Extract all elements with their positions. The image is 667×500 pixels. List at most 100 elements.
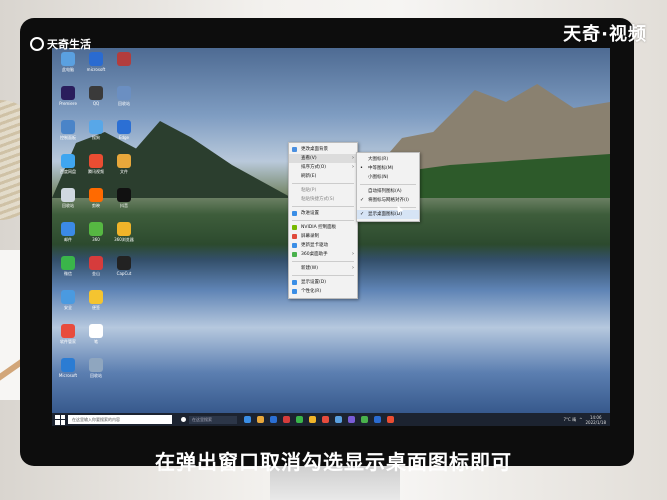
taskbar-app-icon[interactable] <box>374 416 381 423</box>
start-button[interactable] <box>55 414 65 425</box>
desktop-icon[interactable]: 金山 <box>84 256 108 290</box>
app-icon <box>117 188 131 202</box>
context-menu-item[interactable]: NVIDIA 控制面板 <box>289 223 357 232</box>
taskbar-app-icon[interactable] <box>361 416 368 423</box>
taskbar-app-icon[interactable] <box>335 416 342 423</box>
app-icon <box>61 86 75 100</box>
desktop-icon[interactable]: microsoft <box>84 52 108 86</box>
app-icon <box>89 256 103 270</box>
desktop-icon[interactable]: 抖音 <box>112 188 136 222</box>
menu-separator <box>360 184 416 185</box>
search-icon <box>30 37 44 51</box>
context-menu-item: 粘贴快捷方式(S) <box>289 195 357 204</box>
context-menu-item[interactable]: 排序方式(O) › <box>289 163 357 172</box>
desktop-icon[interactable]: Premiere <box>56 86 80 120</box>
desktop-icon[interactable]: 此电脑 <box>56 52 80 86</box>
taskbar-app-icon[interactable] <box>387 416 394 423</box>
desktop-icon[interactable]: 控制面板 <box>56 120 80 154</box>
taskbar-app-icon[interactable] <box>257 416 264 423</box>
menu-separator <box>292 183 354 184</box>
taskbar-app-icon[interactable] <box>270 416 277 423</box>
view-submenu-item[interactable]: 小图标(N) <box>357 173 419 182</box>
menu-item-icon <box>292 147 297 152</box>
menu-separator <box>292 220 354 221</box>
clock[interactable]: 14:06 2022/1/18 <box>585 415 606 425</box>
desktop-icon[interactable] <box>112 52 136 86</box>
app-icon <box>117 154 131 168</box>
desktop-icon-label: 回收站 <box>62 203 74 208</box>
view-submenu-item[interactable]: ✓ 将图标与网格对齐(I) <box>357 196 419 205</box>
clock-date: 2022/1/18 <box>585 419 606 425</box>
context-menu-item[interactable]: 个性化(R) <box>289 287 357 296</box>
desktop-icon[interactable]: 腾讯视频 <box>84 154 108 188</box>
menu-item-icon <box>292 234 297 239</box>
desktop-icon[interactable]: 回收站 <box>84 358 108 392</box>
app-icon <box>61 256 75 270</box>
desktop-icon[interactable]: CapCut <box>112 256 136 290</box>
app-icon <box>117 324 131 338</box>
subtitle-caption: 在弹出窗口取消勾选显示桌面图标即可 <box>155 450 512 474</box>
context-menu-item[interactable]: 更新显卡驱动 <box>289 241 357 250</box>
view-submenu-item[interactable]: ✓ 显示桌面图标(D) <box>357 210 419 219</box>
desktop-icon[interactable]: 微信 <box>56 256 80 290</box>
desktop-icon[interactable] <box>112 290 136 324</box>
app-icon <box>61 188 75 202</box>
tray-chevron-icon[interactable]: ^ <box>579 417 582 422</box>
desktop-icon[interactable]: 360浏览器 <box>112 222 136 256</box>
context-menu-item[interactable]: 改进设置 <box>289 209 357 218</box>
desktop-icon[interactable]: 邮件 <box>56 222 80 256</box>
taskbar-search-input[interactable]: 在这里输入你要搜索的内容 <box>68 415 172 424</box>
desktop-icon[interactable]: 搜狗 <box>84 120 108 154</box>
desktop-icon[interactable]: 文件 <box>112 154 136 188</box>
desktop-icon[interactable]: 剪映 <box>84 188 108 222</box>
desktop-context-menu: 更改桌面背景 查看(V) › 排序方式(O) › 刷新(E) 粘贴(P) 粘贴快捷方式(S) 改… <box>288 142 358 299</box>
menu-item-label: 将图标与网格对齐(I) <box>368 198 409 203</box>
context-menu-item: 粘贴(P) <box>289 186 357 195</box>
desktop-icon[interactable]: QQ <box>84 86 108 120</box>
desktop-icon-label: 微信 <box>64 271 72 276</box>
taskbar-app-icon[interactable] <box>309 416 316 423</box>
context-menu-item[interactable]: 刷新(E) <box>289 172 357 181</box>
taskbar-secondary-search[interactable]: 在这里搜索 <box>189 415 237 424</box>
view-submenu-item[interactable]: 大图标(R) <box>357 155 419 164</box>
chevron-right-icon: › <box>352 251 354 257</box>
desktop-icon[interactable]: 回收站 <box>56 188 80 222</box>
context-menu-item[interactable]: 查看(V) › <box>289 154 357 163</box>
taskbar-app-icon[interactable] <box>296 416 303 423</box>
radio-dot-icon: • <box>360 165 363 171</box>
desktop-icon[interactable]: 360 <box>84 222 108 256</box>
desktop-icon[interactable]: Edge <box>112 120 136 154</box>
context-menu-item[interactable]: 更改桌面背景 <box>289 145 357 154</box>
menu-separator <box>360 207 416 208</box>
view-submenu-item[interactable]: 自动排列图标(A) <box>357 187 419 196</box>
taskbar-app-icon[interactable] <box>283 416 290 423</box>
app-icon <box>89 154 103 168</box>
context-menu-item[interactable]: 显示设置(D) <box>289 278 357 287</box>
desktop-icon[interactable]: 便签 <box>84 290 108 324</box>
desktop-icon[interactable] <box>112 324 136 358</box>
taskbar-app-icon[interactable] <box>348 416 355 423</box>
desktop-icon[interactable]: 软件管家 <box>56 324 80 358</box>
desktop-icon[interactable]: 百度网盘 <box>56 154 80 188</box>
app-icon <box>61 358 75 372</box>
context-menu-item[interactable]: 屏幕录制 <box>289 232 357 241</box>
desktop-screen[interactable]: 此电脑 microsoft Premiere QQ 回收站 控制面板 搜狗 Edge 百度网盘腾… <box>52 48 610 426</box>
context-menu-item[interactable]: 360桌面助手 › <box>289 250 357 259</box>
desktop-icon[interactable]: 安全 <box>56 290 80 324</box>
menu-item-icon <box>292 225 297 230</box>
desktop-icon[interactable]: Microsoft <box>56 358 80 392</box>
task-view-icon[interactable] <box>181 417 186 422</box>
check-icon: ✓ <box>360 211 365 217</box>
chevron-right-icon: › <box>352 164 354 170</box>
menu-item-label: 自动排列图标(A) <box>368 189 402 194</box>
taskbar-app-icon[interactable] <box>322 416 329 423</box>
desktop-icon-label: Premiere <box>59 101 77 106</box>
menu-item-label: 小图标(N) <box>368 175 389 180</box>
context-menu-item[interactable]: 新建(W) › <box>289 264 357 273</box>
desktop-icon[interactable]: 回收站 <box>112 86 136 120</box>
weather-text[interactable]: 7°C 晴 <box>564 417 577 423</box>
desktop-icon[interactable]: 笔 <box>84 324 108 358</box>
view-submenu-item[interactable]: • 中等图标(M) <box>357 164 419 173</box>
menu-item-label: 新建(W) <box>301 266 318 271</box>
taskbar-app-icon[interactable] <box>244 416 251 423</box>
